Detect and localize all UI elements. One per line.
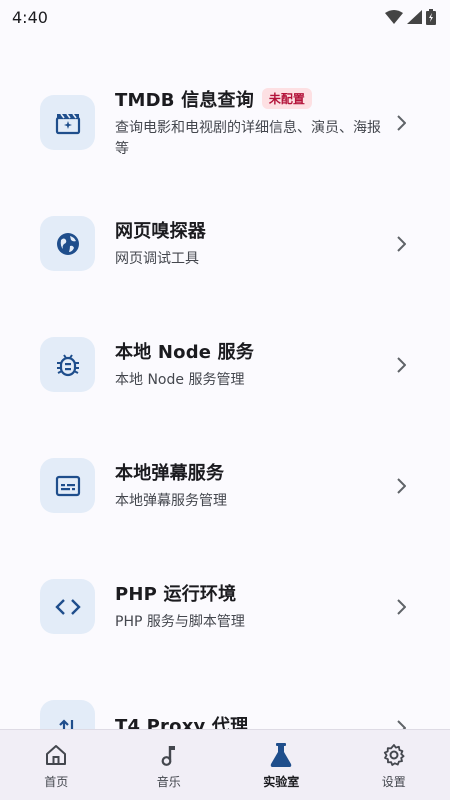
- status-time: 4:40: [12, 7, 48, 27]
- nav-label: 音乐: [156, 774, 181, 789]
- status-bar: 4:40: [0, 0, 450, 34]
- chevron-right-icon: [397, 114, 406, 131]
- item-icon-box: [40, 700, 95, 730]
- cellular-signal-icon: [407, 10, 422, 24]
- status-icons: [385, 9, 436, 25]
- item-title: 本地弹幕服务: [115, 463, 225, 484]
- lab-feature-list: TMDB 信息查询 未配置 查询电影和电视剧的详细信息、演员、海报等 网页嗅探器…: [0, 62, 450, 730]
- item-icon-box: [40, 216, 95, 271]
- chevron-right-icon: [397, 477, 406, 494]
- chevron-right-icon: [397, 598, 406, 615]
- movie-clapper-icon: [55, 113, 80, 134]
- nav-music[interactable]: 音乐: [113, 730, 226, 800]
- list-item-php-runtime[interactable]: PHP 运行环境 PHP 服务与脚本管理: [0, 546, 450, 667]
- code-icon: [54, 598, 81, 615]
- list-item-tmdb[interactable]: TMDB 信息查询 未配置 查询电影和电视剧的详细信息、演员、海报等: [0, 62, 450, 183]
- nav-label: 实验室: [263, 774, 300, 789]
- nav-lab[interactable]: 实验室: [225, 730, 338, 800]
- flask-icon: [269, 741, 293, 769]
- item-subtitle: 查询电影和电视剧的详细信息、演员、海报等: [115, 119, 381, 157]
- item-title: TMDB 信息查询: [115, 89, 254, 111]
- nav-home[interactable]: 首页: [0, 730, 113, 800]
- item-icon-box: [40, 337, 95, 392]
- swap-vertical-icon: [58, 718, 75, 730]
- item-title: 本地 Node 服务: [115, 342, 255, 363]
- chevron-right-icon: [397, 235, 406, 252]
- gear-icon: [382, 741, 406, 769]
- list-item-web-sniffer[interactable]: 网页嗅探器 网页调试工具: [0, 183, 450, 304]
- list-item-t4-proxy[interactable]: T4 Proxy 代理: [0, 667, 450, 730]
- home-icon: [44, 741, 68, 769]
- item-subtitle: 本地 Node 服务管理: [115, 372, 245, 388]
- item-icon-box: [40, 458, 95, 513]
- list-item-danmaku-service[interactable]: 本地弹幕服务 本地弹幕服务管理: [0, 425, 450, 546]
- nav-settings[interactable]: 设置: [338, 730, 450, 800]
- item-subtitle: 网页调试工具: [115, 251, 199, 267]
- wifi-icon: [385, 10, 403, 24]
- battery-icon: [426, 9, 436, 25]
- chevron-right-icon: [397, 356, 406, 373]
- list-item-node-service[interactable]: 本地 Node 服务 本地 Node 服务管理: [0, 304, 450, 425]
- globe-icon: [56, 232, 79, 255]
- subtitles-icon: [55, 475, 80, 496]
- nav-label: 设置: [381, 774, 406, 789]
- item-subtitle: PHP 服务与脚本管理: [115, 614, 245, 630]
- bug-icon: [56, 353, 79, 376]
- item-title: 网页嗅探器: [115, 221, 206, 242]
- nav-label: 首页: [44, 774, 69, 789]
- status-badge: 未配置: [261, 88, 312, 109]
- music-note-icon: [159, 741, 179, 769]
- item-title: T4 Proxy 代理: [115, 715, 249, 731]
- bottom-navigation: 首页 音乐 实验室 设置: [0, 729, 450, 800]
- item-subtitle: 本地弹幕服务管理: [115, 493, 227, 509]
- item-title: PHP 运行环境: [115, 584, 237, 605]
- item-icon-box: [40, 95, 95, 150]
- item-icon-box: [40, 579, 95, 634]
